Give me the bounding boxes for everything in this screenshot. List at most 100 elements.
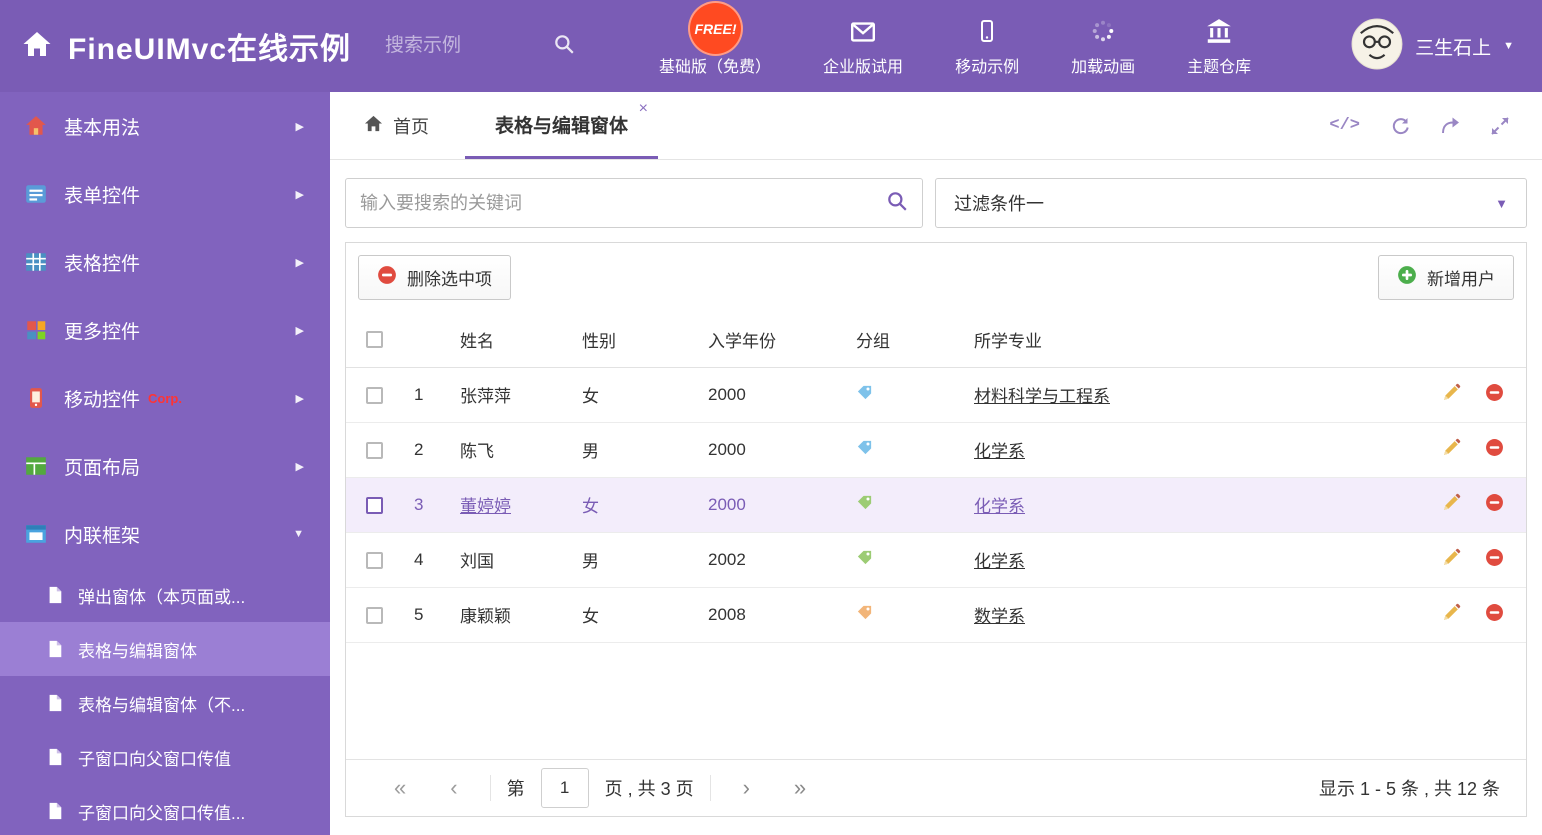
tab-home[interactable]: 首页 [344, 92, 449, 159]
sidebar-item-page-layout[interactable]: 页面布局 ▶ [0, 432, 330, 500]
sidebar-subitem[interactable]: 弹出窗体（本页面或... [0, 568, 330, 622]
delete-row-button[interactable] [1485, 383, 1504, 407]
major-link[interactable]: 化学系 [974, 497, 1025, 516]
header-search-input[interactable] [385, 35, 526, 57]
sidebar-item-inline-frame[interactable]: 内联框架 ▼ [0, 500, 330, 568]
sidebar-item-grid-controls[interactable]: 表格控件 ▶ [0, 228, 330, 296]
sidebar-subitem[interactable]: 子窗口向父窗口传值 [0, 730, 330, 784]
row-number: 2 [410, 422, 456, 478]
cell-year: 2000 [704, 422, 852, 478]
divider [709, 775, 711, 801]
row-number: 5 [410, 587, 456, 643]
blocks-icon [24, 318, 48, 342]
table-icon [24, 250, 48, 274]
avatar [1351, 18, 1403, 75]
row-checkbox[interactable] [366, 496, 383, 514]
home-icon[interactable] [22, 29, 52, 64]
nav-enterprise-trial[interactable]: 企业版试用 [797, 16, 929, 77]
cell-year: 2002 [704, 532, 852, 588]
close-icon[interactable]: × [639, 101, 648, 117]
expand-icon[interactable] [1490, 116, 1510, 136]
delete-row-button[interactable] [1485, 493, 1504, 517]
table-row[interactable]: 2 陈飞 男 2000 化学系 [346, 422, 1526, 478]
free-badge: FREE! [688, 1, 743, 56]
app-title: FineUIMvc在线示例 [68, 33, 352, 66]
select-all-checkbox[interactable] [366, 331, 383, 349]
delete-row-button[interactable] [1485, 438, 1504, 462]
first-page-button[interactable]: « [372, 775, 428, 801]
cell-gender: 女 [578, 587, 704, 643]
chevron-right-icon: ▶ [295, 188, 304, 201]
cell-year: 2000 [704, 367, 852, 423]
keyword-search-input[interactable] [360, 192, 886, 214]
tab-grid-edit-window[interactable]: 表格与编辑窗体 × [465, 92, 659, 159]
row-checkbox[interactable] [366, 606, 383, 624]
add-user-button[interactable]: 新增用户 [1378, 255, 1514, 300]
last-page-button[interactable]: » [772, 775, 828, 801]
cell-name: 陈飞 [460, 442, 494, 461]
major-link[interactable]: 材料科学与工程系 [974, 387, 1110, 406]
pagination-bar: « ‹ 第 页 , 共 3 页 › » 显示 1 - 5 条 , 共 12 条 [346, 759, 1526, 816]
sidebar-subitem[interactable]: 子窗口向父窗口传值... [0, 784, 330, 835]
cell-name: 董婷婷 [460, 497, 511, 516]
tag-icon [856, 385, 873, 405]
table-row[interactable]: 1 张萍萍 女 2000 材料科学与工程系 [346, 367, 1526, 423]
sidebar-item-mobile-controls[interactable]: 移动控件 Corp. ▶ [0, 364, 330, 432]
next-page-button[interactable]: › [721, 775, 772, 801]
row-checkbox[interactable] [366, 386, 383, 404]
share-icon[interactable] [1440, 116, 1460, 136]
delete-row-button[interactable] [1485, 603, 1504, 627]
edit-row-button[interactable] [1442, 438, 1461, 462]
edit-row-button[interactable] [1442, 603, 1461, 627]
nav-theme-repo[interactable]: 主题仓库 [1161, 16, 1277, 77]
page-number-input[interactable] [540, 768, 589, 808]
sidebar-item-basic-usage[interactable]: 基本用法 ▶ [0, 92, 330, 160]
edit-row-button[interactable] [1442, 493, 1461, 517]
search-icon[interactable] [886, 190, 908, 217]
row-checkbox[interactable] [366, 551, 383, 569]
sidebar-item-more-controls[interactable]: 更多控件 ▶ [0, 296, 330, 364]
filter-dropdown[interactable]: 过滤条件一 ▼ [935, 178, 1527, 228]
table-row[interactable]: 4 刘国 男 2002 化学系 [346, 532, 1526, 588]
cell-name: 康颖颖 [460, 607, 511, 626]
envelope-icon [849, 16, 877, 44]
edit-row-button[interactable] [1442, 548, 1461, 572]
file-icon [46, 640, 64, 658]
major-link[interactable]: 数学系 [974, 607, 1025, 626]
row-number: 1 [410, 367, 456, 423]
refresh-icon[interactable] [1390, 116, 1410, 136]
cell-gender: 女 [578, 367, 704, 423]
file-icon [46, 586, 64, 604]
major-link[interactable]: 化学系 [974, 552, 1025, 571]
sidebar-subitem[interactable]: 表格与编辑窗体（不... [0, 676, 330, 730]
table-row[interactable]: 3 董婷婷 女 2000 化学系 [346, 477, 1526, 533]
code-icon[interactable]: </> [1329, 116, 1360, 135]
filter-row: 过滤条件一 ▼ [330, 160, 1542, 242]
sidebar-submenu: 弹出窗体（本页面或... 表格与编辑窗体 表格与编辑窗体（不... 子窗口向父窗… [0, 568, 330, 835]
prev-page-button[interactable]: ‹ [428, 775, 479, 801]
user-menu[interactable]: 三生石上 ▼ [1351, 18, 1542, 75]
cell-name: 刘国 [460, 552, 494, 571]
nav-mobile-demo[interactable]: 移动示例 [929, 16, 1045, 77]
nav-loading-animation[interactable]: 加载动画 [1045, 16, 1161, 77]
grid-toolbar: 删除选中项 新增用户 [346, 243, 1526, 312]
brand: FineUIMvc在线示例 [0, 24, 351, 68]
sidebar-subitem[interactable]: 表格与编辑窗体 [0, 622, 330, 676]
row-checkbox[interactable] [366, 441, 383, 459]
sidebar-item-form-controls[interactable]: 表单控件 ▶ [0, 160, 330, 228]
user-name: 三生石上 [1415, 37, 1492, 59]
keyword-search-box [345, 178, 923, 228]
col-index [410, 312, 456, 368]
chevron-right-icon: ▶ [295, 460, 304, 473]
search-icon[interactable] [553, 33, 575, 60]
table-row[interactable]: 5 康颖颖 女 2008 数学系 [346, 587, 1526, 643]
header-search [385, 33, 575, 60]
record-summary: 显示 1 - 5 条 , 共 12 条 [1318, 779, 1500, 799]
edit-row-button[interactable] [1442, 383, 1461, 407]
app-header: FineUIMvc在线示例 FREE! 基础版（免费） 企业版试用 移动示例 [0, 0, 1542, 92]
delete-row-button[interactable] [1485, 548, 1504, 572]
delete-selected-button[interactable]: 删除选中项 [358, 255, 511, 300]
mobile-icon [976, 16, 998, 44]
row-actions [1360, 493, 1522, 517]
major-link[interactable]: 化学系 [974, 442, 1025, 461]
